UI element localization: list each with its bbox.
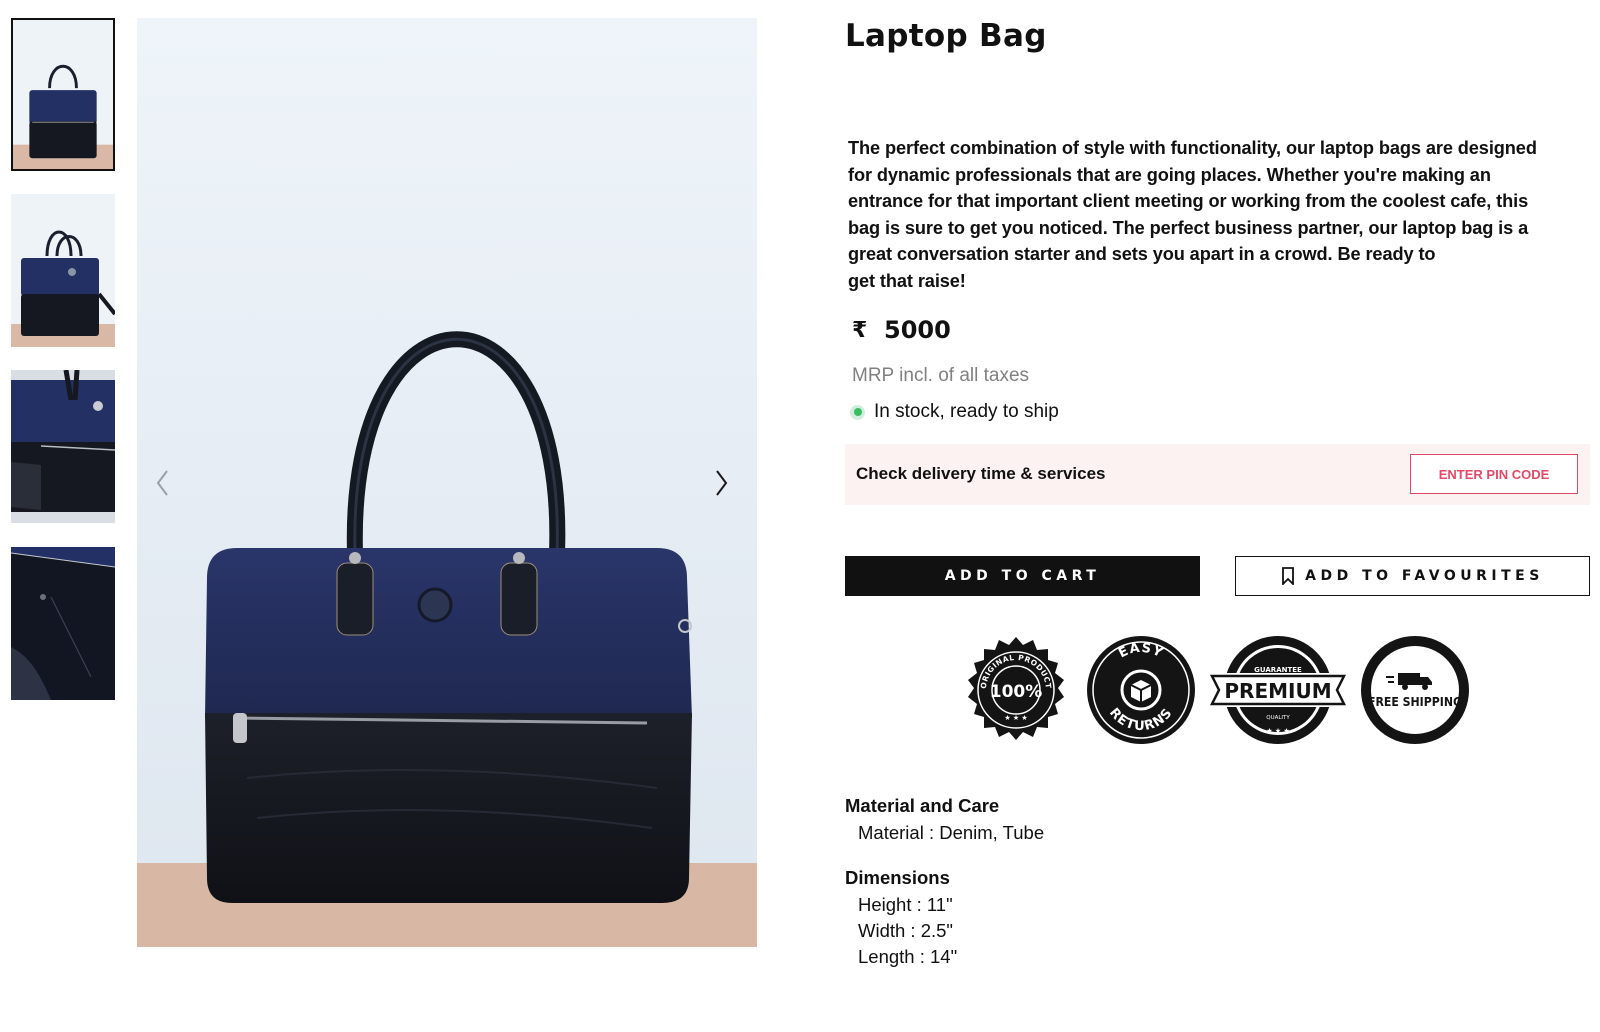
- bookmark-icon: [1281, 567, 1295, 585]
- price-row: ₹ 5000: [852, 316, 951, 344]
- stock-status: In stock, ready to ship: [850, 401, 1059, 423]
- premium-badge-top: GUARANTEE: [1254, 666, 1302, 674]
- stock-dot-icon: [850, 404, 865, 420]
- trust-badges: ORIGINAL PRODUCT 100% ★ ★ ★ EASY RETURNS: [960, 635, 1470, 747]
- premium-quality-badge: GUARANTEE PREMIUM QUALITY ★ ★ ★: [1208, 635, 1348, 745]
- delivery-check-panel: Check delivery time & services ENTER PIN…: [845, 444, 1590, 505]
- delivery-label: Check delivery time & services: [856, 464, 1106, 483]
- easy-returns-badge: EASY RETURNS: [1086, 635, 1196, 745]
- rupee-icon: ₹: [852, 317, 868, 343]
- chevron-left-icon[interactable]: [147, 463, 177, 503]
- description-line: The perfect combination of style with fu…: [848, 138, 1537, 158]
- mrp-note: MRP incl. of all taxes: [852, 365, 1030, 386]
- product-title: Laptop Bag: [845, 18, 1047, 54]
- add-to-favourites-label: ADD TO FAVOURITES: [1305, 568, 1544, 584]
- premium-badge-center: PREMIUM: [1224, 679, 1331, 703]
- svg-text:★ ★ ★: ★ ★ ★: [1266, 727, 1289, 735]
- add-to-cart-button[interactable]: ADD TO CART: [845, 556, 1200, 596]
- product-description: The perfect combination of style with fu…: [848, 135, 1578, 294]
- add-to-favourites-button[interactable]: ADD TO FAVOURITES: [1235, 556, 1590, 596]
- dimensions-heading: Dimensions: [845, 867, 950, 888]
- thumbnail-interior[interactable]: [11, 547, 115, 700]
- chevron-right-icon[interactable]: [707, 463, 737, 503]
- dimension-length: Length : 14": [858, 946, 958, 967]
- description-line: entrance for that important client meeti…: [848, 191, 1529, 211]
- description-line: get that raise!: [848, 270, 966, 291]
- product-price: 5000: [884, 316, 951, 344]
- thumbnail-front[interactable]: [11, 18, 115, 171]
- dimension-width: Width : 2.5": [858, 920, 953, 941]
- dimension-height: Height : 11": [858, 894, 953, 915]
- original-product-badge: ORIGINAL PRODUCT 100% ★ ★ ★: [960, 635, 1072, 747]
- material-heading: Material and Care: [845, 795, 1000, 816]
- description-line: great conversation starter and sets you …: [848, 244, 1436, 264]
- premium-badge-bottom: QUALITY: [1266, 715, 1290, 721]
- svg-text:★ ★ ★ ★ ★: ★ ★ ★ ★ ★: [1395, 722, 1435, 730]
- svg-text:★ ★ ★: ★ ★ ★: [1004, 714, 1027, 722]
- thumbnail-angle[interactable]: [11, 194, 115, 347]
- stock-status-text: In stock, ready to ship: [874, 401, 1059, 422]
- product-main-image: [137, 18, 757, 947]
- original-badge-center: 100%: [990, 682, 1043, 702]
- description-line: bag is sure to get you noticed. The perf…: [848, 217, 1529, 238]
- description-line: for dynamic professionals that are going…: [848, 164, 1491, 185]
- laptop-bag-photo: [137, 18, 757, 947]
- enter-pin-code-button[interactable]: ENTER PIN CODE: [1410, 454, 1578, 494]
- free-shipping-badge: FREE SHIPPING ★ ★ ★ ★ ★: [1360, 635, 1470, 745]
- shipping-badge-center: FREE SHIPPING: [1368, 694, 1462, 709]
- thumbnail-detail[interactable]: [11, 370, 115, 523]
- material-value: Material : Denim, Tube: [858, 822, 1045, 843]
